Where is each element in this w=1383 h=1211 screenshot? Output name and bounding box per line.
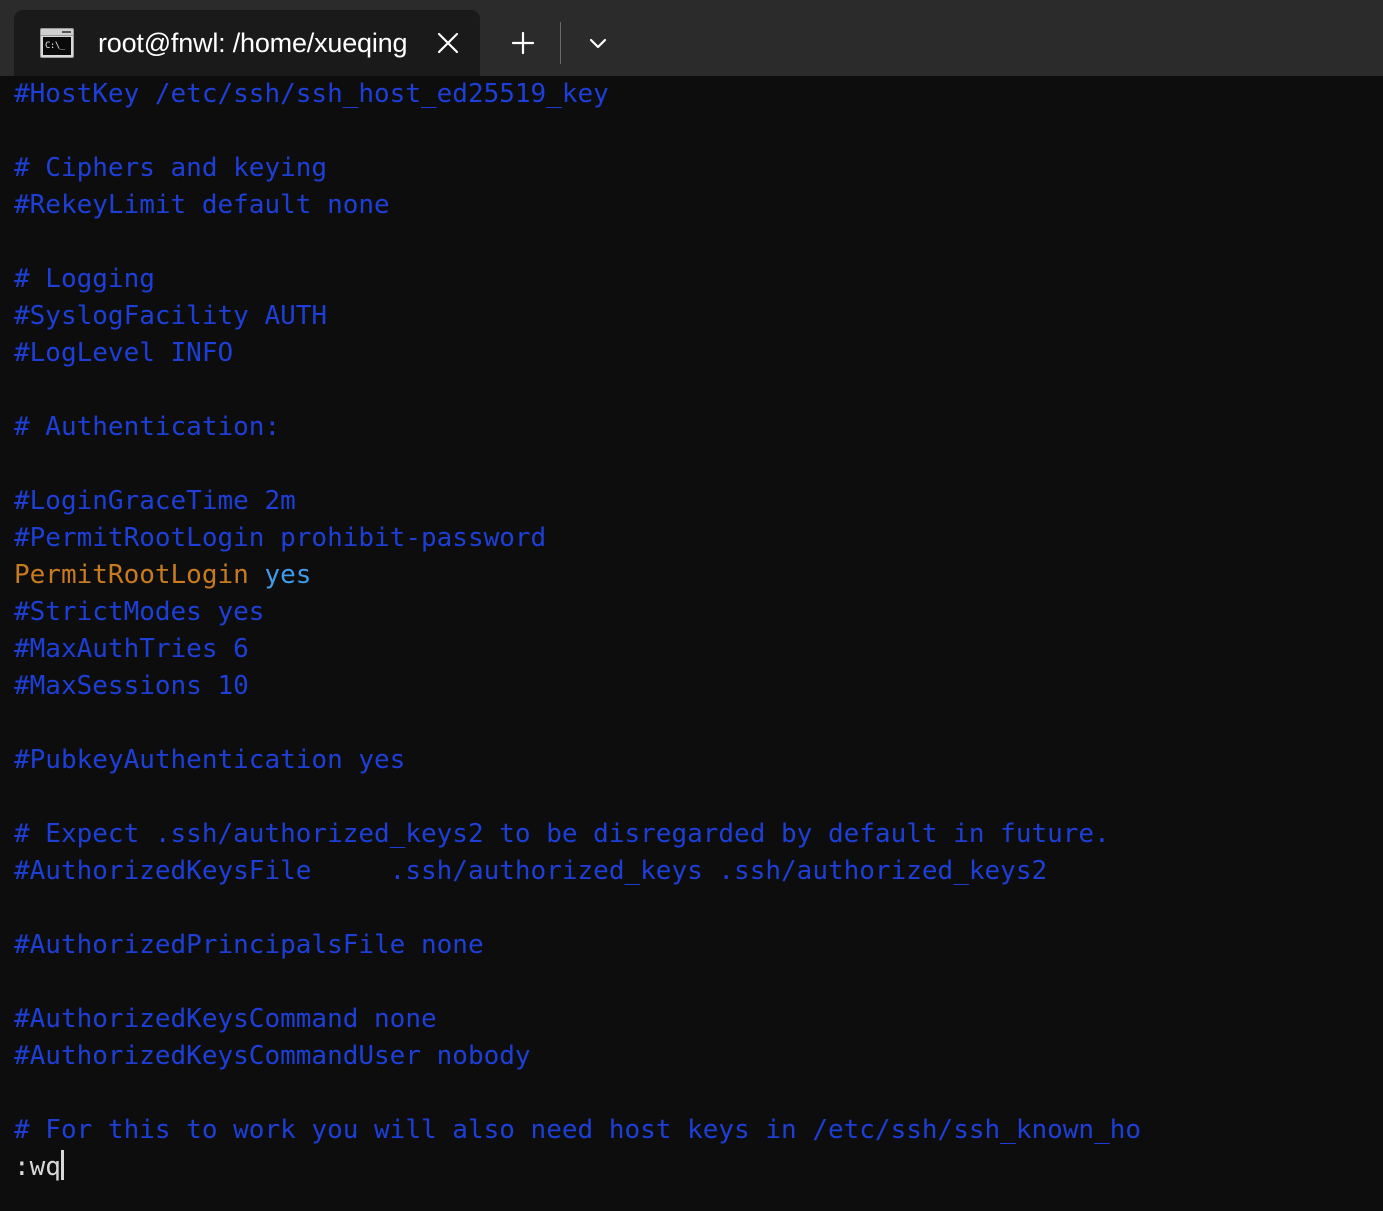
tab-title: root@fnwl: /home/xueqing — [98, 27, 408, 58]
terminal-line: #HostKey /etc/ssh/ssh_host_ed25519_key — [14, 76, 1383, 113]
console-icon: C:\_ — [40, 28, 74, 58]
config-comment-line: # Expect .ssh/authorized_keys2 to be dis… — [14, 819, 1110, 849]
terminal-line: #PubkeyAuthentication yes — [14, 742, 1383, 779]
vi-command-line[interactable]: :wq — [14, 1149, 1383, 1186]
config-comment-line: #LoginGraceTime 2m — [14, 486, 296, 516]
text-cursor — [60, 1150, 64, 1180]
config-comment-line: #StrictModes yes — [14, 597, 265, 627]
terminal-line: # Expect .ssh/authorized_keys2 to be dis… — [14, 816, 1383, 853]
close-icon[interactable] — [416, 10, 480, 76]
config-comment-line: #MaxAuthTries 6 — [14, 634, 249, 664]
vi-command-text: :wq — [14, 1152, 61, 1182]
tab-bar-divider — [560, 22, 561, 64]
config-comment-line: #AuthorizedPrincipalsFile none — [14, 930, 484, 960]
terminal-viewport[interactable]: #HostKey /etc/ssh/ssh_host_ed25519_key # … — [0, 76, 1383, 1211]
terminal-line: # Logging — [14, 261, 1383, 298]
config-comment-line: #LogLevel INFO — [14, 338, 234, 368]
window-tab-bar: C:\_ root@fnwl: /home/xueqing — [0, 0, 1383, 76]
terminal-tab-active[interactable]: C:\_ root@fnwl: /home/xueqing — [14, 10, 480, 76]
terminal-line: #AuthorizedKeysCommandUser nobody — [14, 1038, 1383, 1075]
config-comment-line: #PubkeyAuthentication yes — [14, 745, 406, 775]
terminal-line: # Ciphers and keying — [14, 150, 1383, 187]
terminal-line: #AuthorizedKeysCommand none — [14, 1001, 1383, 1038]
config-comment-line: #SyslogFacility AUTH — [14, 301, 328, 331]
terminal-text-buffer: #HostKey /etc/ssh/ssh_host_ed25519_key # … — [14, 76, 1383, 1186]
config-comment-line: #MaxSessions 10 — [14, 671, 249, 701]
new-tab-icon[interactable] — [492, 12, 554, 74]
console-icon-titlebar — [41, 29, 73, 36]
terminal-line: #MaxSessions 10 — [14, 668, 1383, 705]
terminal-line: #SyslogFacility AUTH — [14, 298, 1383, 335]
terminal-line: #LoginGraceTime 2m — [14, 483, 1383, 520]
terminal-line: #RekeyLimit default none — [14, 187, 1383, 224]
config-comment-line: # Authentication: — [14, 412, 281, 442]
config-comment-line: # For this to work you will also need ho… — [14, 1115, 1142, 1145]
config-directive-value: yes — [248, 560, 312, 590]
terminal-line: # For this to work you will also need ho… — [14, 1112, 1383, 1149]
terminal-line: #AuthorizedPrincipalsFile none — [14, 927, 1383, 964]
config-comment-line: #AuthorizedKeysFile .ssh/authorized_keys… — [14, 856, 1048, 886]
config-comment-line: #PermitRootLogin prohibit-password — [14, 523, 547, 553]
chevron-down-icon[interactable] — [567, 12, 629, 74]
terminal-line: # Authentication: — [14, 409, 1383, 446]
config-comment-line: # Logging — [14, 264, 155, 294]
terminal-line: #AuthorizedKeysFile .ssh/authorized_keys… — [14, 853, 1383, 890]
config-comment-line: # Ciphers and keying — [14, 153, 328, 183]
terminal-line: #LogLevel INFO — [14, 335, 1383, 372]
config-comment-line: #RekeyLimit default none — [14, 190, 390, 220]
config-directive-keyword: PermitRootLogin — [14, 560, 249, 590]
config-comment-line: #AuthorizedKeysCommandUser nobody — [14, 1041, 531, 1071]
console-icon-prompt: C:\_ — [43, 37, 71, 55]
terminal-line: #PermitRootLogin prohibit-password — [14, 520, 1383, 557]
terminal-line: #MaxAuthTries 6 — [14, 631, 1383, 668]
terminal-line: #StrictModes yes — [14, 594, 1383, 631]
config-comment-line: #HostKey /etc/ssh/ssh_host_ed25519_key — [14, 79, 609, 109]
config-comment-line: #AuthorizedKeysCommand none — [14, 1004, 437, 1034]
tab-bar-actions — [480, 10, 629, 76]
terminal-line: PermitRootLogin yes — [14, 557, 1383, 594]
